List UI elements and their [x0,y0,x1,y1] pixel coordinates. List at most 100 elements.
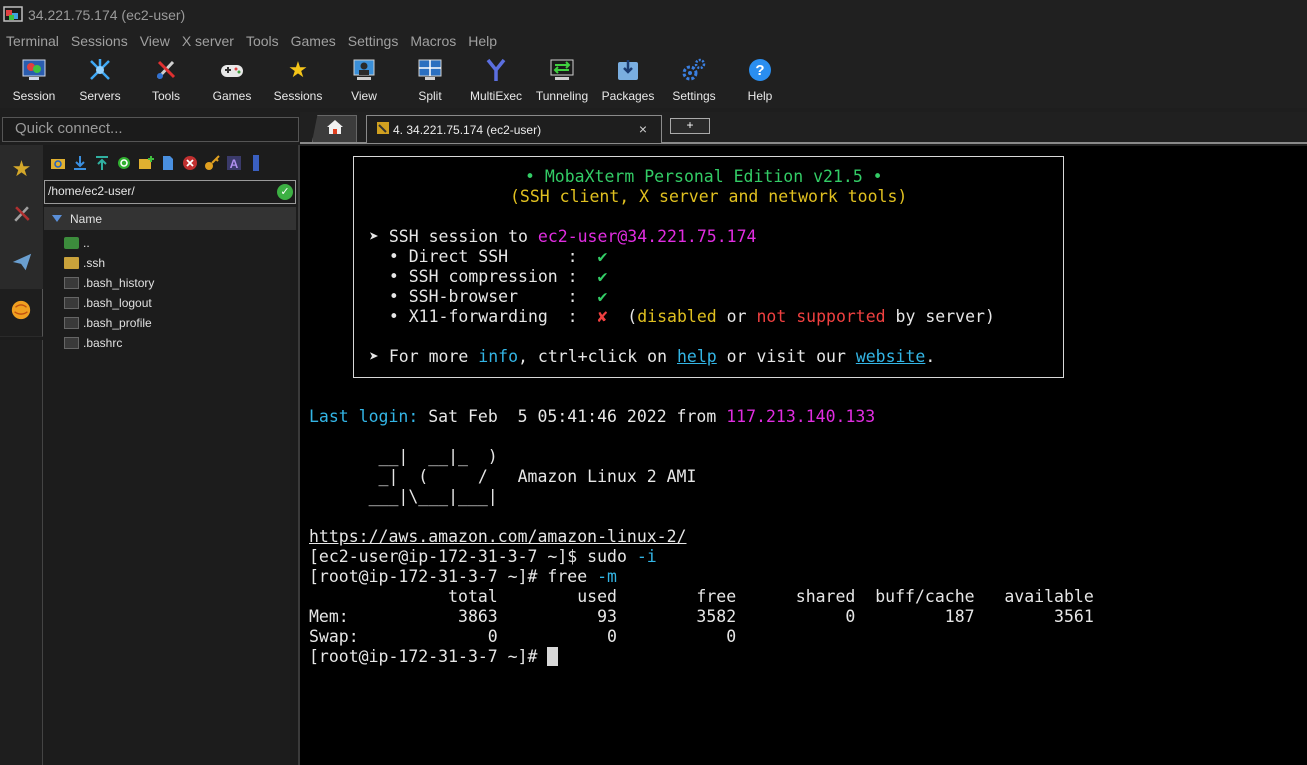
file-icon [64,297,79,309]
last-login-label: Last login: [309,407,419,426]
file-row-bash-history[interactable]: .bash_history [64,273,294,293]
sidebar-tab-sessions[interactable]: ★ [0,145,43,193]
refresh-icon[interactable] [115,155,132,172]
upload-icon[interactable] [93,155,110,172]
sftp-globe-icon [10,299,32,327]
cross-icon: ✘ [597,307,608,326]
multiexec-button[interactable]: MultiExec [463,52,529,108]
home-tab[interactable] [312,115,357,142]
servers-button[interactable]: Servers [67,52,133,108]
gamepad-icon [218,56,246,84]
file-row-bash-profile[interactable]: .bash_profile [64,313,294,333]
aws-url-link[interactable]: https://aws.amazon.com/amazon-linux-2/ [309,527,687,547]
refresh-folder-icon[interactable] [49,155,66,172]
file-row-bashrc[interactable]: .bashrc [64,333,294,353]
banner-title: • MobaXterm Personal Edition v21.5 • [525,167,883,186]
file-row-bash-logout[interactable]: .bash_logout [64,293,294,313]
menu-view[interactable]: View [134,33,176,49]
current-prompt: [root@ip-172-31-3-7 ~]# [309,647,548,666]
menu-macros[interactable]: Macros [404,33,462,49]
command-line-free: [root@ip-172-31-3-7 ~]# free -m [309,567,617,587]
games-button-label: Games [212,89,252,103]
tunneling-button[interactable]: Tunneling [529,52,595,108]
split-button[interactable]: Split [397,52,463,108]
quick-connect-placeholder: Quick connect... [15,120,123,137]
menu-x-server[interactable]: X server [176,33,240,49]
sftp-toolbar: A [44,152,298,174]
multiexec-icon [482,56,510,84]
info-link[interactable]: info [478,347,518,366]
close-tab-icon[interactable]: × [639,121,647,137]
settings-button-label: Settings [672,89,716,103]
help-button[interactable]: ? Help [727,52,793,108]
ssh-browser-line: • SSH-browser : ✔ [369,287,608,307]
new-tab-button[interactable]: + [670,118,710,134]
quick-connect-input[interactable]: Quick connect... [2,117,299,142]
sftp-path-value: /home/ec2-user/ [48,184,135,198]
new-file-icon[interactable] [159,155,176,172]
tools-icon [152,56,180,84]
star-icon: ★ [11,155,32,181]
terminal-output[interactable]: • MobaXterm Personal Edition v21.5 • (SS… [300,146,1307,765]
menu-games[interactable]: Games [285,33,342,49]
more-mid2: or visit our [716,347,856,366]
last-login-value: Sat Feb 5 05:41:46 2022 from [418,407,727,426]
menu-sessions[interactable]: Sessions [65,33,134,49]
check-icon: ✔ [597,287,608,306]
file-row-ssh[interactable]: .ssh [64,253,294,273]
check-icon: ✔ [597,267,608,286]
session-icon [20,56,48,84]
terminal-cursor [547,647,559,666]
packages-button[interactable]: Packages [595,52,661,108]
session-tab[interactable]: 4. 34.221.75.174 (ec2-user) × [366,115,662,143]
file-name: .. [83,236,90,250]
more-icon[interactable] [247,155,264,172]
view-button[interactable]: View [331,52,397,108]
parent-folder-icon [64,237,79,249]
tunneling-icon [548,56,576,84]
new-folder-icon[interactable] [137,155,154,172]
split-icon [416,56,444,84]
tools-button[interactable]: Tools [133,52,199,108]
mobaxterm-window: 34.221.75.174 (ec2-user) Terminal Sessio… [0,0,1307,765]
help-link[interactable]: help [677,347,717,366]
games-button[interactable]: Games [199,52,265,108]
free-header-row: total used free shared buff/cache availa… [309,587,1094,606]
permissions-icon[interactable] [203,155,220,172]
session-button[interactable]: Session [1,52,67,108]
command-line-sudo: [ec2-user@ip-172-31-3-7 ~]$ sudo -i [309,547,657,567]
path-ok-icon[interactable]: ✓ [277,184,293,200]
menu-settings[interactable]: Settings [342,33,405,49]
sidebar-tab-tools[interactable] [0,193,43,241]
x11-forwarding-line: • X11-forwarding : ✘ (disabled or not su… [369,307,995,327]
more-mid: , ctrl+click on [518,347,677,366]
svg-text:A: A [229,157,238,171]
sessions-button[interactable]: ★ Sessions [265,52,331,108]
settings-button[interactable]: Settings [661,52,727,108]
menu-help[interactable]: Help [462,33,503,49]
sidebar-tab-macros[interactable] [0,241,43,289]
file-row-parent[interactable]: .. [64,233,294,253]
home-icon [326,119,344,140]
sftp-path-input[interactable]: /home/ec2-user/ ✓ [44,180,296,204]
website-link[interactable]: website [856,347,926,366]
text-mode-icon[interactable]: A [225,155,242,172]
menu-tools[interactable]: Tools [240,33,285,49]
banner-subtitle: (SSH client, X server and network tools) [510,187,908,206]
ssh-browser-label: • SSH-browser : [369,287,598,306]
session-tab-label: 4. 34.221.75.174 (ec2-user) [393,122,542,137]
sort-down-icon [52,215,62,222]
menu-terminal[interactable]: Terminal [0,33,65,49]
delete-icon[interactable] [181,155,198,172]
ssh-session-prefix: ➤ SSH session to [369,227,538,246]
current-prompt-line[interactable]: [root@ip-172-31-3-7 ~]# [309,647,559,667]
session-button-label: Session [12,89,56,103]
download-icon[interactable] [71,155,88,172]
sidebar-tab-sftp[interactable] [0,289,43,337]
tunneling-button-label: Tunneling [535,89,589,103]
sidebar-vertical-tabs: ★ [0,145,43,340]
tools-icon [11,203,33,231]
file-list-header[interactable]: Name [44,207,296,230]
app-icon [3,6,23,24]
packages-button-label: Packages [601,89,655,103]
